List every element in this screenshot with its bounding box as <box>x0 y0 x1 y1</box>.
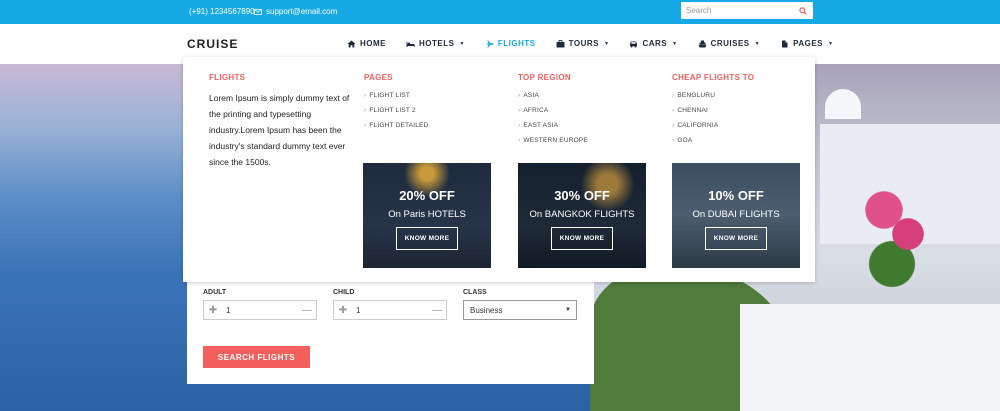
minus-icon[interactable]: — <box>430 305 444 316</box>
envelope-icon <box>254 8 262 15</box>
search-input[interactable]: Search <box>681 2 813 19</box>
chevron-down-icon: ▼ <box>603 40 610 47</box>
promo-discount: 10% OFF <box>708 188 764 203</box>
cheap-flights-column: CHEAP FLIGHTS TO BENGLURU CHENNAI CALIFO… <box>672 73 754 150</box>
class-value: Business <box>470 305 503 315</box>
nav-item-cruises[interactable]: CRUISES ▼ <box>698 39 761 48</box>
menu-link-western-europe[interactable]: WESTERN EUROPE <box>518 135 588 150</box>
know-more-button[interactable]: KNOW MORE <box>704 227 768 250</box>
home-icon <box>347 40 356 47</box>
chevron-down-icon: ▼ <box>828 40 834 47</box>
top-region-heading: TOP REGION <box>518 73 571 82</box>
adult-label: ADULT <box>203 289 227 296</box>
plus-icon[interactable]: ✚ <box>206 305 220 316</box>
adult-value[interactable]: 1 <box>220 306 300 315</box>
nav-item-pages[interactable]: PAGES ▼ <box>780 39 833 48</box>
promo-discount: 30% OFF <box>554 188 610 203</box>
top-region-column: TOP REGION ASIA AFRICA EAST ASIA WESTERN… <box>518 73 588 150</box>
flights-heading: FLIGHTS <box>209 73 246 82</box>
promo-text: On BANGKOK FLIGHTS <box>529 209 635 220</box>
know-more-button[interactable]: KNOW MORE <box>395 227 459 250</box>
menu-link-bengluru[interactable]: BENGLURU <box>672 90 754 105</box>
promo-text: On Paris HOTELS <box>388 209 466 220</box>
search-icon[interactable] <box>796 4 810 18</box>
menu-link-flight-list[interactable]: FLIGHT LIST <box>364 90 428 105</box>
nav-item-cars[interactable]: CARS ▼ <box>629 39 677 48</box>
know-more-button[interactable]: KNOW MORE <box>550 227 614 250</box>
pages-heading: PAGES <box>364 73 393 82</box>
nav-item-home[interactable]: HOME <box>347 39 386 48</box>
menu-link-flight-detailed[interactable]: FLIGHT DETAILED <box>364 120 428 135</box>
car-icon <box>630 41 638 47</box>
plane-icon <box>485 40 494 47</box>
search-placeholder: Search <box>686 6 712 15</box>
email-contact[interactable]: support@email.com <box>254 7 337 16</box>
promo-card-paris: 20% OFF On Paris HOTELS KNOW MORE <box>363 163 491 268</box>
menu-link-east-asia[interactable]: EAST ASIA <box>518 120 588 135</box>
menu-link-california[interactable]: CALIFORNIA <box>672 120 754 135</box>
pages-column: PAGES FLIGHT LIST FLIGHT LIST 2 FLIGHT D… <box>364 73 428 135</box>
promo-card-dubai: 10% OFF On DUBAI FLIGHTS KNOW MORE <box>672 163 800 268</box>
child-label: CHILD <box>333 289 355 296</box>
chevron-down-icon: ▼ <box>459 40 465 47</box>
bed-icon <box>406 41 415 47</box>
main-menu: HOME HOTELS ▼ FLIGHTS TOURS ▼ CARS ▼ CRUISE… <box>347 39 853 48</box>
nav-item-flights[interactable]: FLIGHTS <box>485 39 536 48</box>
promo-text: On DUBAI FLIGHTS <box>692 209 780 220</box>
menu-link-chennai[interactable]: CHENNAI <box>672 105 754 120</box>
phone-number: (+91) 1234567890 <box>189 7 255 16</box>
ship-icon <box>698 40 707 47</box>
plus-icon[interactable]: ✚ <box>336 305 350 316</box>
search-flights-button[interactable]: SEARCH FLIGHTS <box>203 346 310 368</box>
promo-discount: 20% OFF <box>399 188 455 203</box>
child-stepper[interactable]: ✚ 1 — <box>333 300 447 320</box>
nav-item-tours[interactable]: TOURS ▼ <box>556 39 610 48</box>
menu-link-goa[interactable]: GOA <box>672 135 754 150</box>
class-select[interactable]: Business ▼ <box>463 300 577 320</box>
minus-icon[interactable]: — <box>300 305 314 316</box>
flights-description: Lorem Ipsum is simply dummy text of the … <box>209 93 350 167</box>
chevron-down-icon: ▼ <box>672 40 678 47</box>
email-address: support@email.com <box>266 7 338 16</box>
flights-column: FLIGHTS Lorem Ipsum is simply dummy text… <box>209 73 353 170</box>
top-bar: (+91) 1234567890 support@email.com Searc… <box>0 0 1000 24</box>
menu-link-africa[interactable]: AFRICA <box>518 105 588 120</box>
cheap-flights-heading: CHEAP FLIGHTS TO <box>672 73 755 82</box>
file-icon <box>782 40 788 47</box>
logo[interactable]: CRUISE <box>187 37 238 51</box>
flight-search-form: ADULT ✚ 1 — CHILD ✚ 1 — CLASS Business ▼… <box>187 282 594 384</box>
menu-link-flight-list-2[interactable]: FLIGHT LIST 2 <box>364 105 428 120</box>
nav-item-hotels[interactable]: HOTELS ▼ <box>406 39 465 48</box>
flights-mega-menu: FLIGHTS Lorem Ipsum is simply dummy text… <box>183 57 815 282</box>
caret-down-icon: ▼ <box>565 307 571 313</box>
menu-link-asia[interactable]: ASIA <box>518 90 588 105</box>
class-label: CLASS <box>463 289 487 296</box>
adult-stepper[interactable]: ✚ 1 — <box>203 300 317 320</box>
promo-card-bangkok: 30% OFF On BANGKOK FLIGHTS KNOW MORE <box>518 163 646 268</box>
child-value[interactable]: 1 <box>350 306 430 315</box>
chevron-down-icon: ▼ <box>754 40 761 47</box>
suitcase-icon <box>556 39 565 47</box>
